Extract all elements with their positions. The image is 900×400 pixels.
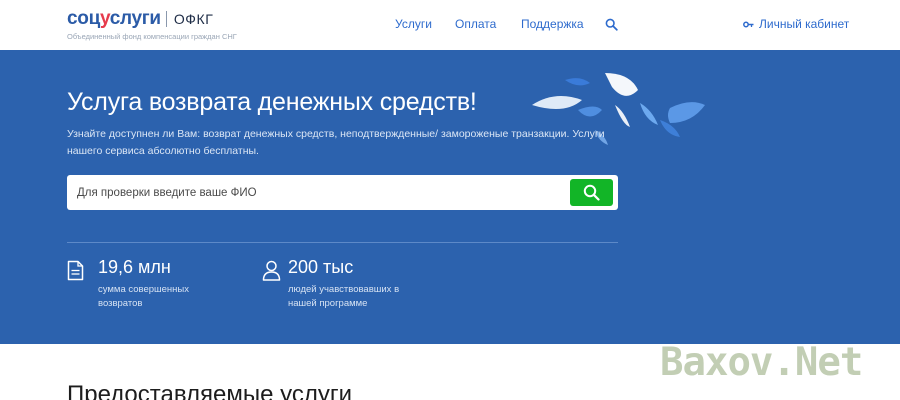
site-logo[interactable]: соцуслуги ОФКГ Объединенный фонд компенс… [67, 8, 237, 41]
fio-search-form [67, 175, 618, 210]
stat-value: 200 тыс [288, 257, 354, 277]
logo-brand: соцуслуги [67, 8, 161, 29]
site-header: соцуслуги ОФКГ Объединенный фонд компенс… [0, 0, 900, 50]
stat-refunds: 19,6 млн сумма совершенных возвратов [98, 257, 208, 311]
logo-org-name: ОФКГ [173, 11, 214, 27]
nav-item-support[interactable]: Поддержка [521, 17, 584, 31]
hero-divider [67, 242, 618, 243]
nav-item-services[interactable]: Услуги [395, 17, 432, 31]
logo-subtitle: Объединенный фонд компенсации граждан СН… [67, 32, 237, 41]
fio-search-button[interactable] [570, 179, 613, 206]
watermark: Baxov.Net [660, 340, 863, 385]
stat-label: сумма совершенных возвратов [98, 284, 190, 309]
services-section-title: Предоставляемые услуги [67, 381, 353, 400]
stat-label: людей учавствовавших в нашей программе [288, 284, 400, 309]
logo-divider [165, 11, 167, 27]
hero-description: Узнайте доступнен ли Вам: возврат денежн… [67, 128, 605, 157]
nav-item-payment[interactable]: Оплата [455, 17, 496, 31]
search-button-icon [583, 184, 600, 201]
fio-search-input[interactable] [67, 175, 557, 210]
personal-cabinet-label: Личный кабинет [759, 17, 850, 31]
key-icon [743, 21, 754, 27]
search-icon[interactable] [605, 18, 618, 31]
stat-value: 19,6 млн [98, 257, 171, 277]
document-icon [67, 260, 84, 281]
hero-banner: Услуга возврата денежных средств! Узнайт… [0, 50, 900, 344]
stat-participants: 200 тыс людей учавствовавших в нашей про… [288, 257, 408, 311]
hero-title: Услуга возврата денежных средств! [67, 88, 477, 116]
user-icon [262, 260, 281, 281]
personal-cabinet-link[interactable]: Личный кабинет [743, 17, 849, 31]
